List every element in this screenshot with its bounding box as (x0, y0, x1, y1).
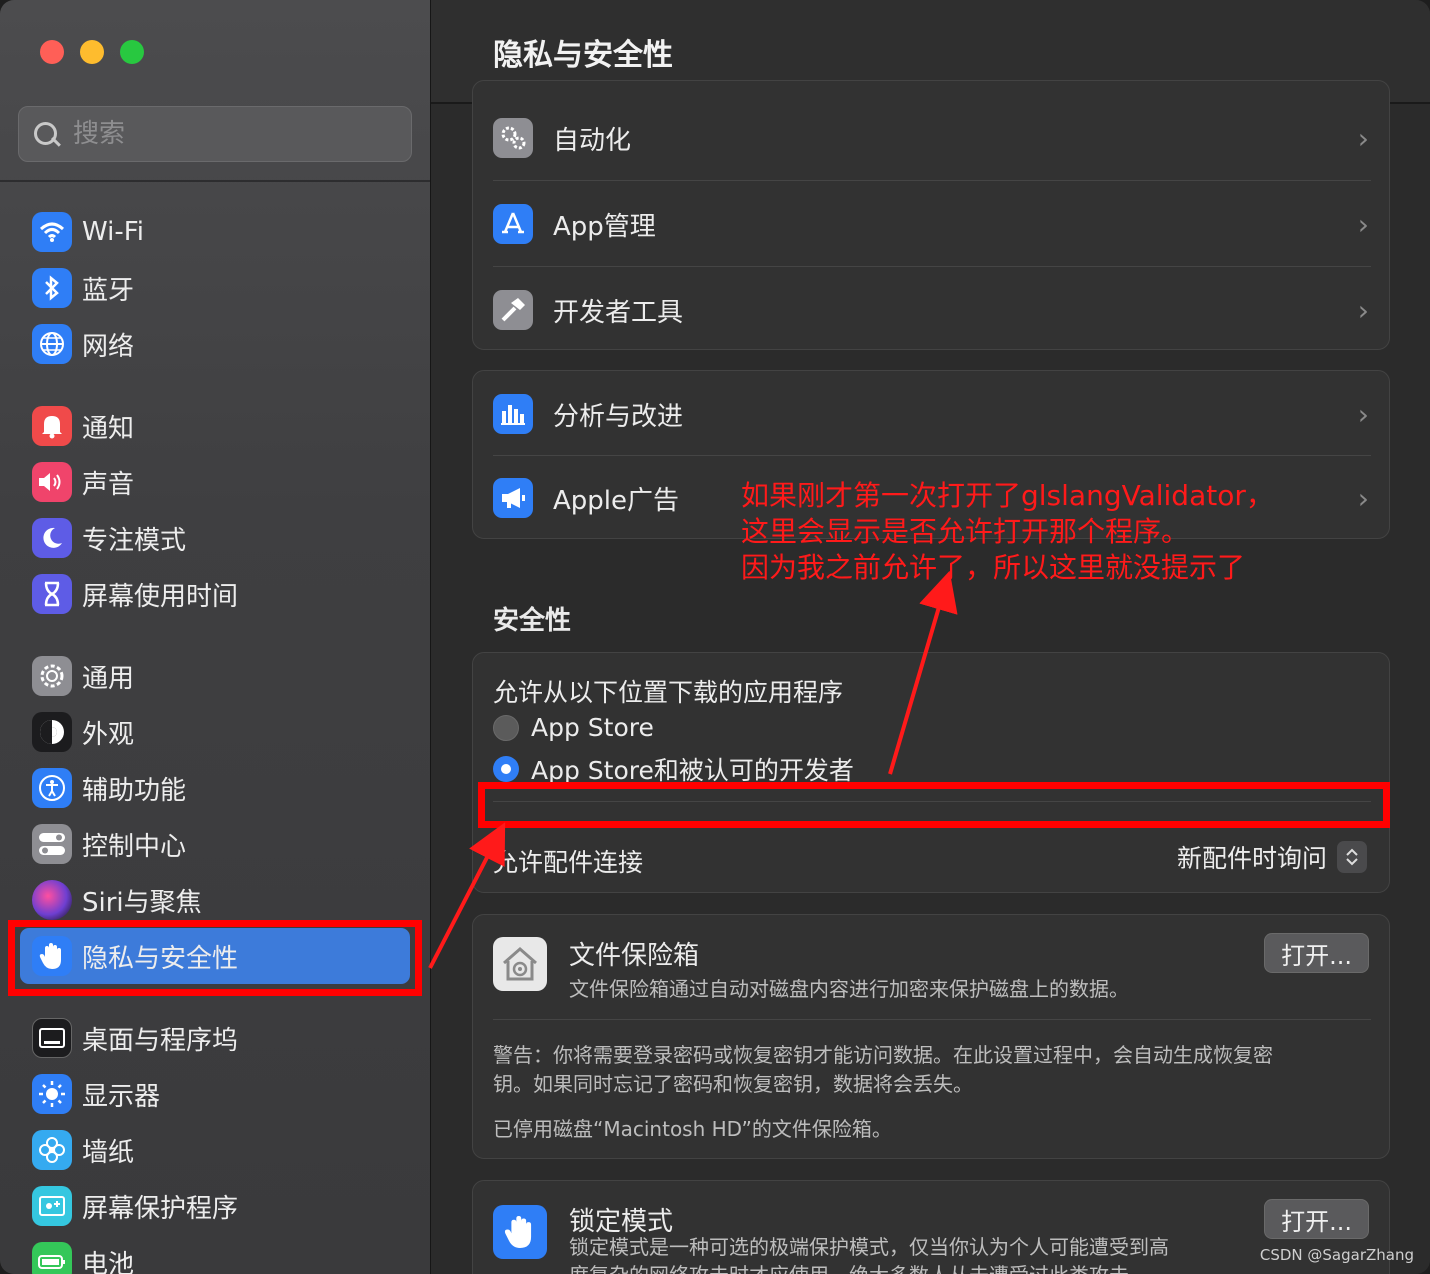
arrow-sidebar-to-area (428, 822, 506, 969)
arrow-to-annotation (888, 570, 958, 775)
annotation-arrows (428, 570, 958, 969)
watermark: CSDN @SagarZhang (1259, 1246, 1414, 1264)
settings-window: Wi-Fi 蓝牙 网络 通知 声音 (0, 0, 1430, 1274)
